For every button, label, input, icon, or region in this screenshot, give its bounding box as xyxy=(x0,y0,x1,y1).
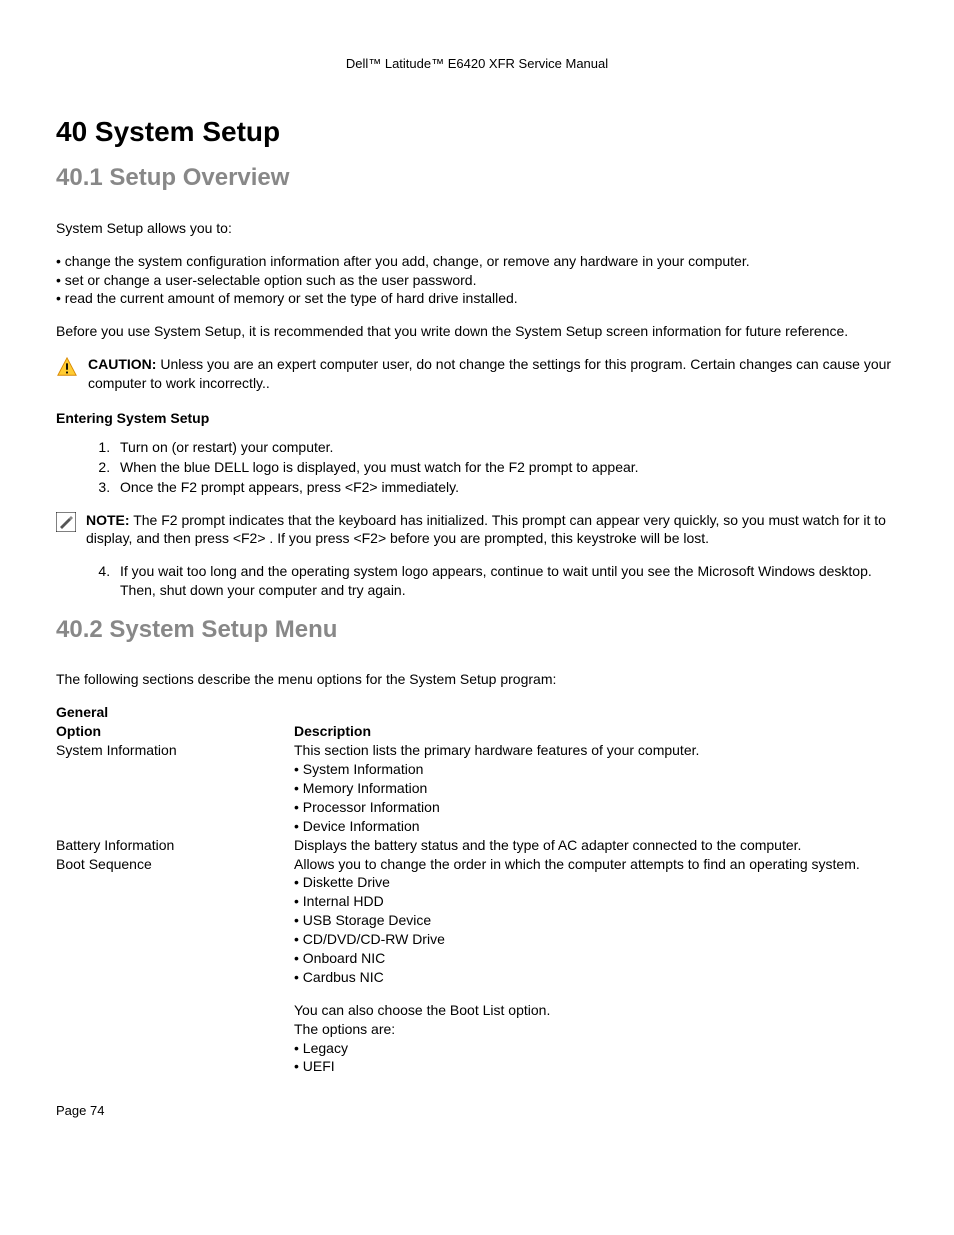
description-cell: Displays the battery status and the type… xyxy=(294,836,898,855)
menu-table: Option Description System Information Th… xyxy=(56,722,898,1076)
note-block: NOTE: The F2 prompt indicates that the k… xyxy=(56,511,898,549)
caution-block: CAUTION: Unless you are an expert comput… xyxy=(56,355,898,393)
table-row: Battery Information Displays the battery… xyxy=(56,836,898,855)
section-heading-menu: 40.2 System Setup Menu xyxy=(56,614,898,646)
bullet-item: Diskette Drive xyxy=(294,873,892,892)
option-cell: Boot Sequence xyxy=(56,855,294,1077)
desc-text: This section lists the primary hardware … xyxy=(294,741,892,760)
page-header: Dell™ Latitude™ E6420 XFR Service Manual xyxy=(56,55,898,73)
table-header-description: Description xyxy=(294,722,898,741)
bullet-item: change the system configuration informat… xyxy=(56,252,898,271)
bullet-item: Legacy xyxy=(294,1039,892,1058)
description-cell: This section lists the primary hardware … xyxy=(294,741,898,835)
caution-body: Unless you are an expert computer user, … xyxy=(88,356,891,391)
bullet-item: CD/DVD/CD-RW Drive xyxy=(294,930,892,949)
desc-extra: The options are: xyxy=(294,1020,892,1039)
bullet-item: Onboard NIC xyxy=(294,949,892,968)
bullet-item: read the current amount of memory or set… xyxy=(56,289,898,308)
bullet-item: USB Storage Device xyxy=(294,911,892,930)
table-row: Boot Sequence Allows you to change the o… xyxy=(56,855,898,1077)
bullet-item: Internal HDD xyxy=(294,892,892,911)
table-group-heading: General xyxy=(56,703,898,722)
menu-intro: The following sections describe the menu… xyxy=(56,670,898,689)
description-cell: Allows you to change the order in which … xyxy=(294,855,898,1077)
intro-text: System Setup allows you to: xyxy=(56,219,898,238)
chapter-heading: 40 System Setup xyxy=(56,113,898,151)
page-footer: Page 74 xyxy=(56,1102,898,1120)
bullet-item: UEFI xyxy=(294,1057,892,1076)
bullet-item: set or change a user-selectable option s… xyxy=(56,271,898,290)
note-label: NOTE: xyxy=(86,512,130,528)
bullet-item: Memory Information xyxy=(294,779,892,798)
table-header-option: Option xyxy=(56,722,294,741)
bullet-item: System Information xyxy=(294,760,892,779)
caution-text: CAUTION: Unless you are an expert comput… xyxy=(88,355,898,393)
list-item: If you wait too long and the operating s… xyxy=(114,562,898,600)
list-item: When the blue DELL logo is displayed, yo… xyxy=(114,458,898,477)
option-cell: System Information xyxy=(56,741,294,835)
steps-list-a: Turn on (or restart) your computer. When… xyxy=(56,438,898,497)
before-text: Before you use System Setup, it is recom… xyxy=(56,322,898,341)
note-pencil-icon xyxy=(56,512,76,532)
section-heading-overview: 40.1 Setup Overview xyxy=(56,162,898,194)
list-item: Turn on (or restart) your computer. xyxy=(114,438,898,457)
desc-text: Allows you to change the order in which … xyxy=(294,855,892,874)
bullet-item: Cardbus NIC xyxy=(294,968,892,987)
option-cell: Battery Information xyxy=(56,836,294,855)
bullet-item: Device Information xyxy=(294,817,892,836)
intro-bullet-list: change the system configuration informat… xyxy=(56,252,898,309)
note-text: NOTE: The F2 prompt indicates that the k… xyxy=(86,511,898,549)
steps-list-b: If you wait too long and the operating s… xyxy=(56,562,898,600)
caution-triangle-icon xyxy=(56,356,78,378)
list-item: Once the F2 prompt appears, press <F2> i… xyxy=(114,478,898,497)
table-row: System Information This section lists th… xyxy=(56,741,898,835)
desc-extra: You can also choose the Boot List option… xyxy=(294,1001,892,1020)
entering-heading: Entering System Setup xyxy=(56,409,898,428)
caution-label: CAUTION: xyxy=(88,356,156,372)
bullet-item: Processor Information xyxy=(294,798,892,817)
note-body: The F2 prompt indicates that the keyboar… xyxy=(86,512,886,547)
